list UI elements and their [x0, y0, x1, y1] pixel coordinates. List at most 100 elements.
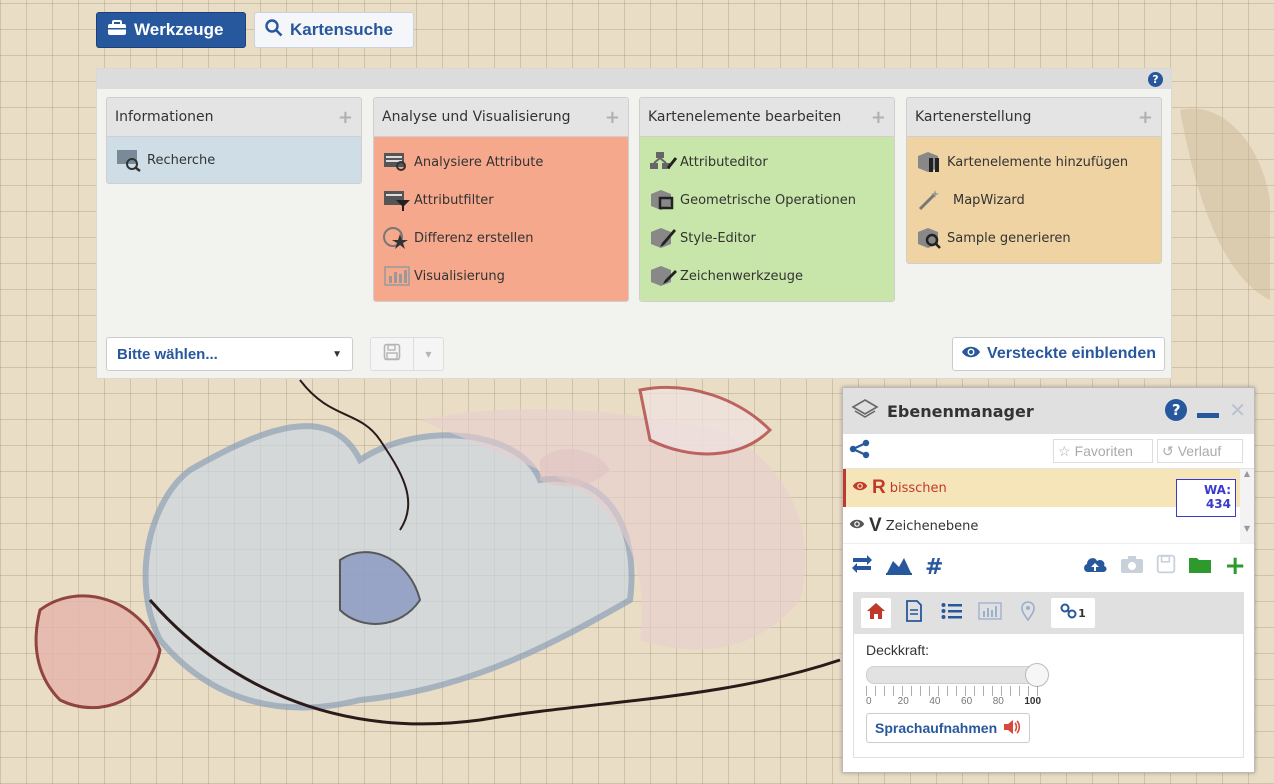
attribute-editor-icon	[648, 150, 678, 174]
column-title: Kartenelemente bearbeiten	[648, 109, 842, 125]
layer-detail-tabs: 1	[853, 592, 1244, 634]
save-button[interactable]	[370, 337, 414, 371]
folder-icon[interactable]	[1188, 554, 1212, 578]
tab-document[interactable]	[899, 598, 929, 628]
map-search-button[interactable]: Kartensuche	[254, 12, 414, 48]
layer-type: R	[872, 477, 886, 498]
tab-chart[interactable]	[975, 598, 1005, 628]
wa-value: 434	[1205, 497, 1231, 511]
tool-label: Zeichenwerkzeuge	[680, 268, 803, 284]
add-map-elements-icon	[915, 150, 945, 174]
tool-label: Visualisierung	[414, 268, 505, 284]
column-analyse: Analyse und Visualisierung + Analysiere …	[373, 97, 629, 302]
tool-analysiere-attribute[interactable]: Analysiere Attribute	[382, 143, 622, 181]
voice-recordings-label: Sprachaufnahmen	[875, 720, 998, 736]
home-icon	[866, 602, 886, 624]
tool-visualisierung[interactable]: Visualisierung	[382, 257, 622, 295]
column-kartenerstellung: Kartenerstellung + Kartenelemente hinzuf…	[906, 97, 1162, 264]
tool-attributeditor[interactable]: Attributeditor	[648, 143, 888, 181]
share-icon[interactable]	[849, 439, 871, 463]
bar-chart-icon	[978, 602, 1002, 624]
wa-badge: WA: 434	[1176, 479, 1236, 517]
column-header[interactable]: Kartenerstellung +	[907, 98, 1161, 137]
favorites-button[interactable]: ☆ Favoriten	[1053, 439, 1153, 463]
plus-icon[interactable]: +	[338, 107, 353, 128]
eye-icon[interactable]	[849, 518, 865, 534]
layer-manager-toolbar: ☆ Favoriten ↺ Verlauf	[843, 434, 1254, 468]
map-select-dropdown[interactable]: Bitte wählen... ▼	[106, 337, 353, 371]
plus-icon[interactable]: +	[605, 107, 620, 128]
tool-label: Sample generieren	[947, 230, 1071, 246]
swap-icon[interactable]	[851, 554, 873, 580]
tool-mapwizard[interactable]: MapWizard	[915, 181, 1155, 219]
column-header[interactable]: Informationen +	[107, 98, 361, 137]
area-chart-icon[interactable]	[885, 553, 913, 581]
column-title: Kartenerstellung	[915, 109, 1032, 125]
camera-icon[interactable]	[1120, 554, 1144, 578]
opacity-slider-thumb[interactable]	[1025, 663, 1049, 687]
column-header[interactable]: Kartenelemente bearbeiten +	[640, 98, 894, 137]
drawing-tools-icon	[648, 264, 678, 288]
link-icon	[1060, 602, 1078, 624]
show-hidden-button[interactable]: Versteckte einblenden	[952, 337, 1165, 371]
magic-wand-icon	[915, 188, 945, 212]
tool-differenz[interactable]: Differenz erstellen	[382, 219, 622, 257]
help-icon[interactable]: ?	[1148, 72, 1163, 87]
tick-label: 40	[929, 696, 941, 707]
history-icon: ↺	[1162, 442, 1174, 459]
tick-label: 60	[961, 696, 973, 707]
plus-icon[interactable]: +	[1138, 107, 1153, 128]
tool-label: Geometrische Operationen	[680, 192, 856, 208]
scrollbar[interactable]: ▲ ▼	[1240, 469, 1254, 543]
column-kartenelemente: Kartenelemente bearbeiten + Attributedit…	[639, 97, 895, 302]
close-icon[interactable]: ✕	[1229, 398, 1246, 422]
floppy-disk-icon[interactable]	[1156, 554, 1176, 578]
column-title: Analyse und Visualisierung	[382, 109, 571, 125]
tool-label: Recherche	[147, 152, 216, 168]
tool-geometrische-operationen[interactable]: Geometrische Operationen	[648, 181, 888, 219]
tab-links[interactable]: 1	[1051, 598, 1095, 628]
minimize-icon[interactable]	[1197, 412, 1220, 418]
cloud-upload-icon[interactable]	[1082, 554, 1108, 578]
style-editor-icon	[648, 226, 678, 250]
layer-manager-header[interactable]: Ebenenmanager ? ✕	[843, 388, 1254, 434]
layer-name: Zeichenebene	[885, 518, 979, 534]
layer-manager-window: Ebenenmanager ? ✕ ☆ Favoriten ↺ Verlauf …	[842, 387, 1255, 773]
tool-label: Differenz erstellen	[414, 230, 534, 246]
history-label: Verlauf	[1177, 443, 1222, 459]
plus-icon[interactable]: +	[871, 107, 886, 128]
tick-label: 20	[897, 696, 909, 707]
tab-list[interactable]	[937, 598, 967, 628]
bar-chart-icon	[382, 264, 412, 288]
tool-label: Attributeditor	[680, 154, 768, 170]
tool-attributfilter[interactable]: Attributfilter	[382, 181, 622, 219]
voice-recordings-button[interactable]: Sprachaufnahmen	[866, 713, 1031, 743]
layer-name: bisschen	[889, 480, 947, 496]
history-button[interactable]: ↺ Verlauf	[1157, 439, 1243, 463]
add-layer-icon[interactable]: +	[1224, 553, 1246, 579]
document-icon	[905, 600, 923, 626]
sample-icon	[915, 226, 945, 250]
grid-hash-icon[interactable]: #	[925, 555, 943, 580]
eye-icon	[961, 345, 981, 364]
map-marker-icon	[1020, 601, 1036, 625]
tool-style-editor[interactable]: Style-Editor	[648, 219, 888, 257]
column-header[interactable]: Analyse und Visualisierung +	[374, 98, 628, 137]
column-title: Informationen	[115, 109, 214, 125]
opacity-tick-labels: 0 20 40 60 80 100	[866, 696, 1056, 707]
tool-kartenelemente-hinzufuegen[interactable]: Kartenelemente hinzufügen	[915, 143, 1155, 181]
tab-home[interactable]	[861, 598, 891, 628]
tool-sample-generieren[interactable]: Sample generieren	[915, 219, 1155, 257]
tick-label: 80	[992, 696, 1004, 707]
opacity-slider[interactable]	[866, 663, 1049, 687]
tab-location[interactable]	[1013, 598, 1043, 628]
eye-icon[interactable]	[852, 480, 868, 496]
help-icon[interactable]: ?	[1165, 399, 1188, 421]
tool-zeichenwerkzeuge[interactable]: Zeichenwerkzeuge	[648, 257, 888, 295]
filter-icon	[382, 188, 412, 212]
speaker-icon	[1003, 719, 1021, 738]
tools-button[interactable]: Werkzeuge	[96, 12, 246, 48]
layer-tools-bar: # +	[843, 543, 1254, 590]
save-options-button[interactable]: ▼	[414, 337, 444, 371]
tool-recherche[interactable]: Recherche	[115, 141, 353, 179]
